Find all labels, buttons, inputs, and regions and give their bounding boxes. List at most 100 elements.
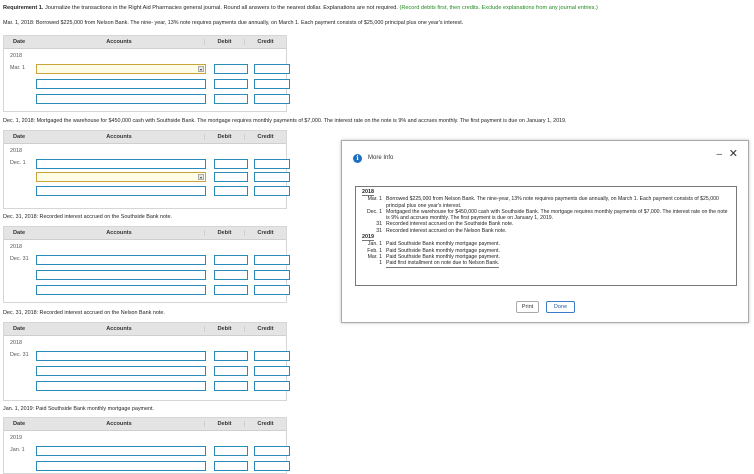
table-header: Date Accounts Debit Credit — [4, 323, 286, 336]
journal-table-2: Date Accounts Debit Credit 2018 Dec. 1 ▾ — [3, 130, 290, 209]
table-header: Date Accounts Debit Credit — [4, 227, 286, 240]
list-item: 1 Paid first installment on note due to N… — [362, 260, 730, 268]
entry-date: Jan. 1 — [10, 447, 25, 453]
account-input[interactable] — [36, 79, 206, 89]
credit-input[interactable] — [254, 186, 290, 196]
header-date: Date — [12, 39, 26, 45]
credit-input[interactable] — [254, 381, 290, 391]
account-select[interactable]: ▾ — [36, 172, 206, 182]
credit-input[interactable] — [254, 270, 290, 280]
done-button[interactable]: Done — [546, 301, 575, 313]
table-row — [36, 446, 290, 456]
credit-input[interactable] — [254, 64, 290, 74]
debit-input[interactable] — [214, 461, 248, 471]
table-row — [36, 94, 290, 104]
entry-prompt-1: Mar. 1, 2018: Borrowed $225,000 from Nel… — [3, 20, 464, 26]
entry-date: Dec. 1 — [10, 160, 26, 166]
header-debit: Debit — [204, 134, 244, 140]
event-text: Mortgaged the warehouse for $450,000 cas… — [386, 208, 728, 222]
table-body: 2018 Mar. 1 ▾ — [4, 49, 290, 111]
journal-table-3: Date Accounts Debit Credit 2018 Dec. 31 — [3, 226, 290, 303]
credit-input[interactable] — [254, 461, 290, 471]
requirement-text: Requirement 1. Journalize the transactio… — [3, 5, 598, 11]
account-input[interactable] — [36, 351, 206, 361]
requirement-label: Requirement 1. — [3, 5, 44, 11]
credit-input[interactable] — [254, 285, 290, 295]
debit-input[interactable] — [214, 381, 248, 391]
account-input[interactable] — [36, 159, 206, 169]
account-input[interactable] — [36, 366, 206, 376]
more-info-dialog: i More Info – ✕ 2018 Mar. 1 Borrowed $225… — [341, 140, 749, 323]
debit-input[interactable] — [214, 270, 248, 280]
credit-input[interactable] — [254, 172, 290, 182]
table-row — [36, 255, 290, 265]
account-input[interactable] — [36, 255, 206, 265]
close-icon[interactable]: ✕ — [729, 147, 738, 160]
header-debit: Debit — [204, 39, 244, 45]
table-row — [36, 159, 290, 169]
debit-input[interactable] — [214, 79, 248, 89]
debit-input[interactable] — [214, 285, 248, 295]
header-credit: Credit — [244, 230, 286, 236]
table-row — [36, 186, 290, 196]
entry-year: 2018 — [10, 53, 22, 59]
table-row: ▾ — [36, 64, 290, 74]
debit-input[interactable] — [214, 186, 248, 196]
journal-table-1: Date Accounts Debit Credit 2018 Mar. 1 ▾ — [3, 35, 290, 112]
debit-input[interactable] — [214, 172, 248, 182]
header-credit: Credit — [244, 39, 286, 45]
credit-input[interactable] — [254, 351, 290, 361]
account-input[interactable] — [36, 461, 206, 471]
entry-year: 2018 — [10, 340, 22, 346]
event-text: Borrowed $225,000 from Nelson Bank. The … — [386, 196, 719, 209]
credit-input[interactable] — [254, 446, 290, 456]
account-input[interactable] — [36, 285, 206, 295]
debit-input[interactable] — [214, 351, 248, 361]
debit-input[interactable] — [214, 159, 248, 169]
account-input[interactable] — [36, 381, 206, 391]
table-body: 2018 Dec. 31 — [4, 240, 290, 302]
header-date: Date — [12, 326, 26, 332]
requirement-instructions: Journalize the transactions in the Right… — [43, 5, 398, 11]
list-item: 31 Recorded interest accrued on the Nelso… — [362, 228, 730, 234]
table-row — [36, 461, 290, 471]
header-debit: Debit — [204, 230, 244, 236]
header-credit: Credit — [244, 326, 286, 332]
table-row — [36, 285, 290, 295]
account-input[interactable] — [36, 94, 206, 104]
table-body: 2018 Dec. 1 ▾ — [4, 144, 290, 208]
header-credit: Credit — [244, 134, 286, 140]
entry-year: 2018 — [10, 244, 22, 250]
debit-input[interactable] — [214, 255, 248, 265]
account-input[interactable] — [36, 270, 206, 280]
print-button[interactable]: Print — [516, 301, 539, 313]
header-date: Date — [12, 421, 26, 427]
credit-input[interactable] — [254, 366, 290, 376]
entry-date: Dec. 31 — [10, 352, 29, 358]
list-item: Mar. 1 Borrowed $225,000 from Nelson Bank… — [362, 196, 730, 209]
entry-year: 2018 — [10, 148, 22, 154]
account-input[interactable] — [36, 186, 206, 196]
debit-input[interactable] — [214, 94, 248, 104]
dialog-title: More Info — [368, 155, 394, 161]
chevron-down-icon[interactable]: ▾ — [198, 174, 204, 180]
minimize-icon[interactable]: – — [716, 149, 722, 160]
debit-input[interactable] — [214, 64, 248, 74]
table-row — [36, 270, 290, 280]
header-debit: Debit — [204, 421, 244, 427]
credit-input[interactable] — [254, 79, 290, 89]
year-heading: 2018 — [362, 189, 374, 197]
credit-input[interactable] — [254, 255, 290, 265]
account-select[interactable]: ▾ — [36, 64, 206, 74]
account-input[interactable] — [36, 446, 206, 456]
chevron-down-icon[interactable]: ▾ — [198, 66, 204, 72]
journal-table-5: Date Accounts Debit Credit 2019 Jan. 1 — [3, 417, 290, 474]
debit-input[interactable] — [214, 446, 248, 456]
table-body: 2018 Dec. 31 — [4, 336, 290, 400]
entry-prompt-3: Dec. 31, 2018: Recorded interest accrued… — [3, 214, 173, 220]
credit-input[interactable] — [254, 159, 290, 169]
table-header: Date Accounts Debit Credit — [4, 36, 286, 49]
table-row — [36, 351, 290, 361]
debit-input[interactable] — [214, 366, 248, 376]
credit-input[interactable] — [254, 94, 290, 104]
